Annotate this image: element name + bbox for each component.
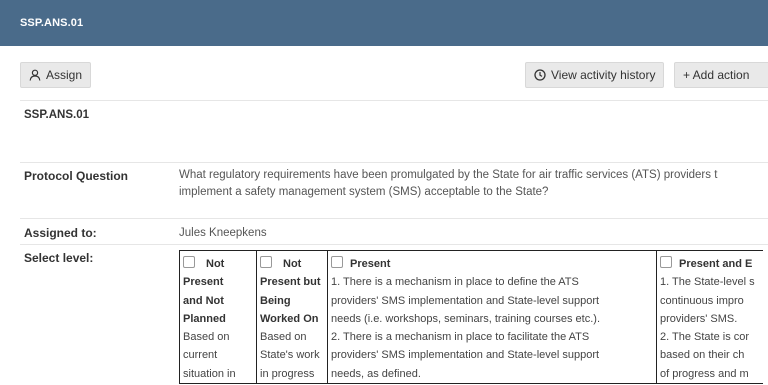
- toolbar: Assign View activity history + Add actio…: [0, 46, 768, 98]
- select-level-label: Select level:: [24, 251, 94, 265]
- level-option-present-and-effective[interactable]: Present and E 1. The State-level s conti…: [656, 249, 763, 385]
- assigned-row: Assigned to: Jules Kneepkens: [20, 218, 768, 245]
- level-title-line: Present and E: [679, 258, 753, 270]
- add-action-button[interactable]: + Add action: [674, 62, 768, 88]
- assign-button[interactable]: Assign: [20, 62, 92, 88]
- view-activity-history-label: View activity history: [551, 68, 656, 82]
- level-description: 1. There is a mechanism in place to defi…: [331, 276, 601, 380]
- page-header: SSP.ANS.01: [0, 0, 768, 46]
- protocol-question-text: What regulatory requirements have been p…: [179, 167, 768, 201]
- checkbox[interactable]: [260, 256, 272, 268]
- assign-button-label: Assign: [46, 68, 83, 82]
- level-title-line: Present: [183, 276, 224, 289]
- protocol-question-label: Protocol Question: [24, 169, 129, 183]
- level-title-line: Worked On: [260, 312, 319, 325]
- level-description: Based on current situation in: [183, 331, 236, 380]
- header-title: SSP.ANS.01: [20, 17, 84, 29]
- record-id-row: [20, 100, 768, 163]
- view-activity-history-button[interactable]: View activity history: [525, 62, 665, 88]
- protocol-question-line-1: What regulatory requirements have been p…: [179, 169, 718, 181]
- protocol-question-line-2: implement a safety management system (SM…: [179, 186, 549, 198]
- protocol-question-row: Protocol Question What regulatory requir…: [20, 162, 768, 219]
- level-title-line: Present but: [260, 276, 321, 289]
- assigned-to-value: Jules Kneepkens: [179, 227, 267, 239]
- level-description: Based on State's work in progress: [260, 331, 320, 380]
- assigned-to-label: Assigned to:: [24, 226, 97, 240]
- add-action-label: + Add action: [683, 68, 750, 82]
- checkbox[interactable]: [183, 256, 195, 268]
- level-title-line: Being: [260, 294, 291, 307]
- level-description: 1. The State-level s continuous impro pr…: [660, 276, 755, 380]
- level-option-not-present-not-planned[interactable]: Not Present and Not Planned Based on cur…: [179, 249, 257, 385]
- level-title-line: Not: [283, 258, 302, 270]
- level-options-row: Not Present and Not Planned Based on cur…: [179, 249, 763, 385]
- level-title-line: and Not: [183, 294, 224, 307]
- level-title-line: Planned: [183, 312, 226, 325]
- user-icon: [29, 69, 41, 81]
- level-title-line: Present: [350, 258, 391, 270]
- clock-icon: [534, 69, 546, 81]
- checkbox[interactable]: [331, 256, 343, 268]
- record-id: SSP.ANS.01: [24, 109, 89, 121]
- level-option-present[interactable]: Present 1. There is a mechanism in place…: [327, 249, 657, 385]
- level-option-not-present-being-worked-on[interactable]: Not Present but Being Worked On Based on…: [256, 249, 328, 385]
- checkbox[interactable]: [660, 256, 672, 268]
- level-title-line: Not: [206, 258, 225, 270]
- level-table: Not Present and Not Planned Based on cur…: [179, 249, 763, 385]
